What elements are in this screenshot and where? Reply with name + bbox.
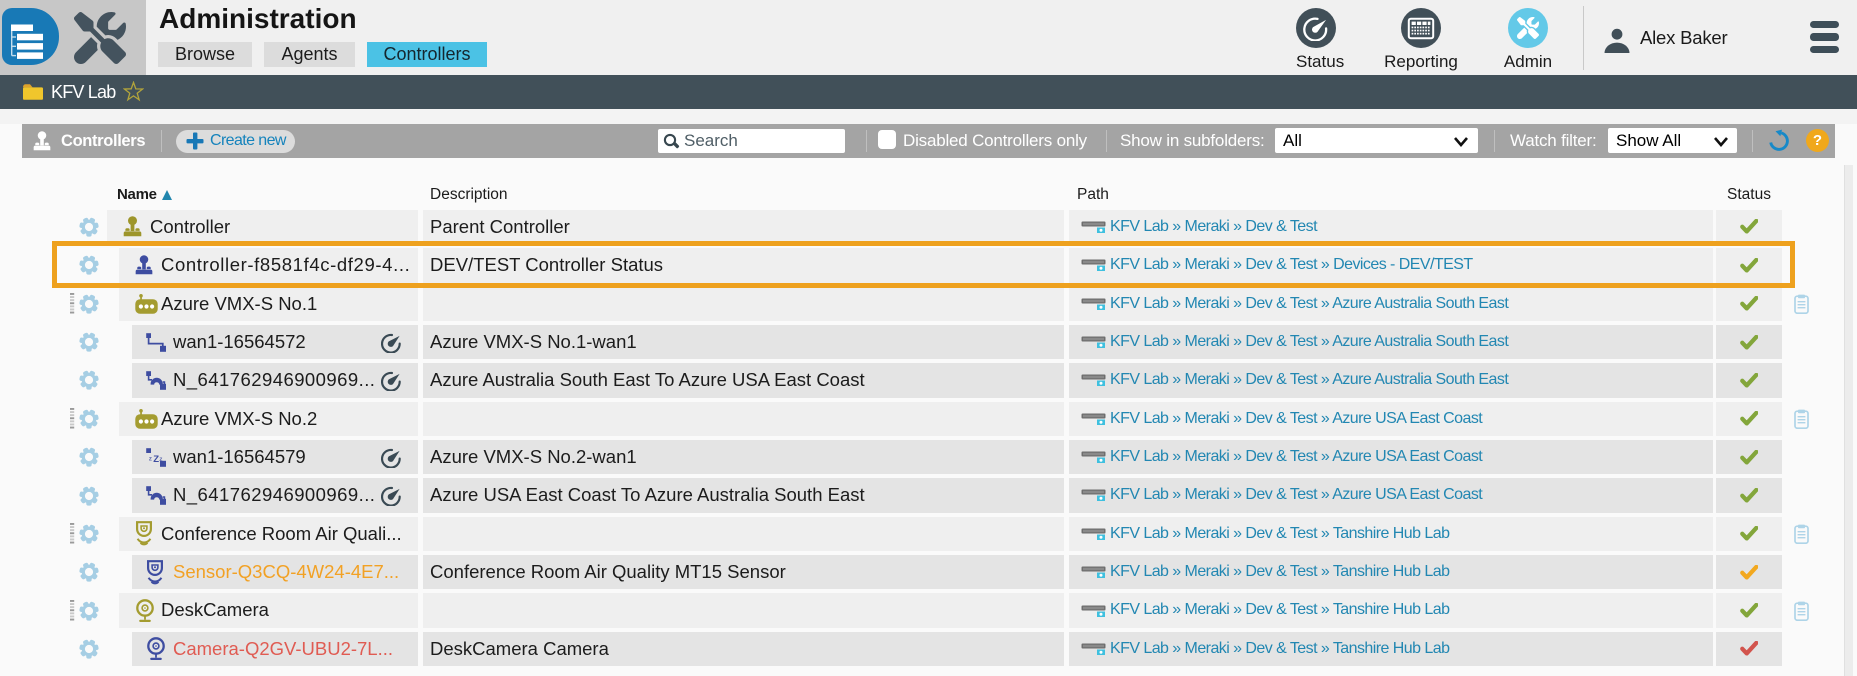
svg-text:z: z [149, 455, 153, 462]
